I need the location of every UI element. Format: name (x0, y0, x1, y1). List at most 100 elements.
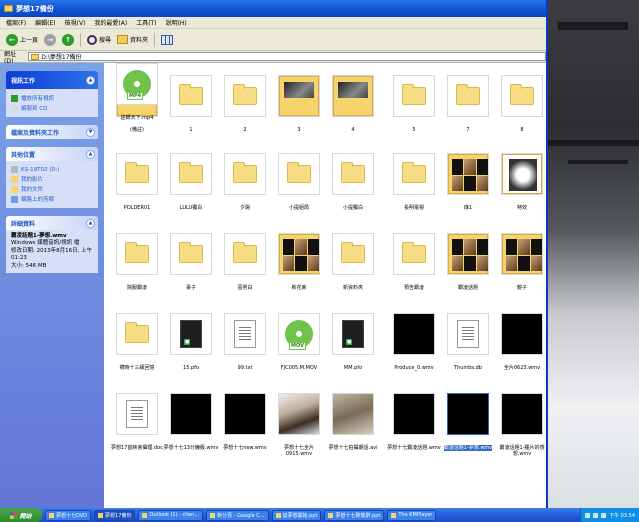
file-item[interactable]: 8 (494, 75, 546, 133)
file-item[interactable]: 特效 (494, 153, 546, 211)
title-bar: 夢想17備份 (0, 0, 546, 17)
file-thumbnail (393, 313, 435, 355)
network-link[interactable]: 網路上的芳鄰 (11, 195, 93, 203)
file-name: LULU獨白 (179, 205, 203, 211)
file-item[interactable]: 夕陽 (217, 153, 273, 211)
menu-edit[interactable]: 編輯(E) (35, 18, 55, 27)
back-button[interactable]: ← 上一頁 (6, 33, 38, 46)
taskbar-item-label: 夢想十七致敬辭.ppt (335, 512, 381, 519)
folders-button[interactable]: 資料夾 (117, 35, 148, 44)
folder-icon (49, 512, 54, 518)
burn-cd-link[interactable]: 燒製到 CD (11, 104, 93, 112)
file-item[interactable]: 霸凌話題 (440, 233, 496, 291)
file-item[interactable]: 霸凌話題1-睡片的感想.wmv (494, 393, 546, 457)
file-name: MM.pfo (343, 365, 363, 371)
folder-icon (233, 162, 257, 183)
file-thumbnail (116, 153, 158, 195)
file-item[interactable]: 惡男白 (217, 233, 273, 291)
file-item[interactable]: MP4 逆轉天下.mp4 (109, 63, 165, 121)
file-item[interactable]: 3 (271, 75, 327, 133)
details-panel: 詳細資料 ▲ 霸凌話題1-夢想.wmv Windows 媒體音訊/視訊 檔 修改… (6, 216, 98, 274)
file-name: POLDER01 (123, 205, 151, 211)
my-videos-link[interactable]: 我的影片 (11, 175, 93, 183)
taskbar-item[interactable]: 夢想十七DVD (45, 509, 92, 521)
menu-favorites[interactable]: 我的最愛(A) (94, 18, 127, 27)
play-icon (11, 94, 18, 102)
menu-help[interactable]: 說明(H) (166, 18, 187, 27)
menu-view[interactable]: 檢視(V) (65, 18, 86, 27)
menu-file[interactable]: 檔案(F) (6, 18, 26, 27)
my-documents-link[interactable]: 我的文件 (11, 185, 93, 193)
file-item[interactable]: 襪時十三級回憶 (109, 313, 165, 371)
file-item[interactable]: 夢想17首映會攝理.doc (109, 393, 165, 451)
file-name: 夢想十七全片0915.wmv (283, 445, 314, 457)
file-item[interactable]: 妻子 (163, 233, 219, 291)
collapse-icon[interactable]: ▲ (86, 75, 95, 85)
file-item[interactable]: 夢想十七13分鐘版.wmv (163, 393, 219, 451)
other-places-header[interactable]: 其他位置 ▲ (6, 147, 98, 161)
folder-icon (287, 162, 311, 183)
file-item[interactable]: LULU獨白 (163, 153, 219, 211)
file-item[interactable]: 預告霸凌 (386, 233, 442, 291)
other-places-body: KS-19T02 (D:) 我的影片 我的文件 網路上的芳鄰 (6, 161, 98, 208)
taskbar-item[interactable]: 夢想17備份 (94, 509, 136, 521)
file-item[interactable]: 7 (440, 75, 496, 133)
file-item[interactable]: 新資料夾 (325, 233, 381, 291)
file-item[interactable]: 長明電視 (386, 153, 442, 211)
video-tasks-header[interactable]: 視訊工作 ▲ (6, 71, 98, 89)
file-item[interactable]: 院服霸凌 (109, 233, 165, 291)
file-item[interactable]: Thumbs.db (440, 313, 496, 371)
file-item[interactable]: Produce_0.wmv (386, 313, 442, 371)
file-item[interactable]: 4 (325, 75, 381, 133)
taskbar-item[interactable]: 新分頁 - Google C... (206, 509, 269, 521)
file-thumbnail (332, 393, 374, 435)
search-button[interactable]: 搜尋 (87, 34, 111, 45)
tray-icon[interactable] (601, 512, 606, 518)
drive-link[interactable]: KS-19T02 (D:) (11, 166, 93, 173)
file-item[interactable]: 霸凌話題1-夢想.wmv (440, 393, 496, 451)
taskbar-item[interactable]: 從夢想開始.ppt (271, 509, 322, 521)
taskbar-item[interactable]: The KMPlayer (387, 509, 437, 521)
play-all-link[interactable]: 播放所有視訊 (11, 94, 93, 102)
file-item[interactable]: ● MM.pfo (325, 313, 381, 371)
file-item[interactable]: MOV FJC005.M.MOV (271, 313, 327, 371)
file-item[interactable]: POLDER01 (109, 153, 165, 211)
address-field[interactable]: D:\夢想17備份 (28, 52, 546, 61)
file-name: 妻子 (185, 285, 196, 291)
clock[interactable]: 下午 03:54 (609, 512, 635, 519)
file-name: 新資料夾 (342, 285, 363, 291)
up-folder-button[interactable]: ↑ (62, 33, 75, 46)
file-item[interactable]: 夢想十七拍攝期話.avi (325, 393, 381, 451)
tray-icon[interactable] (593, 512, 598, 518)
start-button[interactable]: 開始 (0, 508, 42, 522)
file-item[interactable]: 5 (386, 75, 442, 133)
taskbar-item[interactable]: Outlook (1) - clien... (138, 509, 204, 521)
folder-icon (402, 162, 426, 183)
folder-icon (11, 185, 18, 193)
views-button[interactable] (161, 34, 174, 45)
forward-button[interactable]: → (44, 33, 57, 46)
file-tasks-header[interactable]: 檔案及資料夾工作 ▼ (6, 125, 98, 139)
file-item[interactable]: 1 (163, 75, 219, 133)
cd-icon (11, 104, 18, 112)
file-item[interactable]: 夢想十七全片0915.wmv (271, 393, 327, 457)
file-item[interactable]: 夢想十七霸凌話題.wmv (386, 393, 442, 451)
file-item[interactable]: 全片0623.wmv (494, 313, 546, 371)
file-item[interactable]: 小提獨白 (325, 153, 381, 211)
file-item[interactable]: 2 (217, 75, 273, 133)
file-item[interactable]: 綠1 (440, 153, 496, 211)
tray-icon[interactable] (585, 512, 590, 518)
file-name: 襪時十三級回憶 (119, 365, 155, 371)
expand-icon[interactable]: ▼ (86, 127, 95, 137)
taskbar-item[interactable]: 夢想十七致敬辭.ppt (324, 509, 385, 521)
file-item[interactable]: 鏡子 (494, 233, 546, 291)
details-header[interactable]: 詳細資料 ▲ (6, 216, 98, 230)
file-item[interactable]: 小提組局 (271, 153, 327, 211)
file-item[interactable]: 夢想十七new.wmv (217, 393, 273, 451)
menu-tools[interactable]: 工具(T) (136, 18, 156, 27)
file-item[interactable]: 99.txt (217, 313, 273, 371)
file-item[interactable]: ● 15.pfo (163, 313, 219, 371)
collapse-icon[interactable]: ▲ (86, 218, 95, 228)
file-item[interactable]: 新花束 (271, 233, 327, 291)
collapse-icon[interactable]: ▲ (86, 149, 95, 159)
